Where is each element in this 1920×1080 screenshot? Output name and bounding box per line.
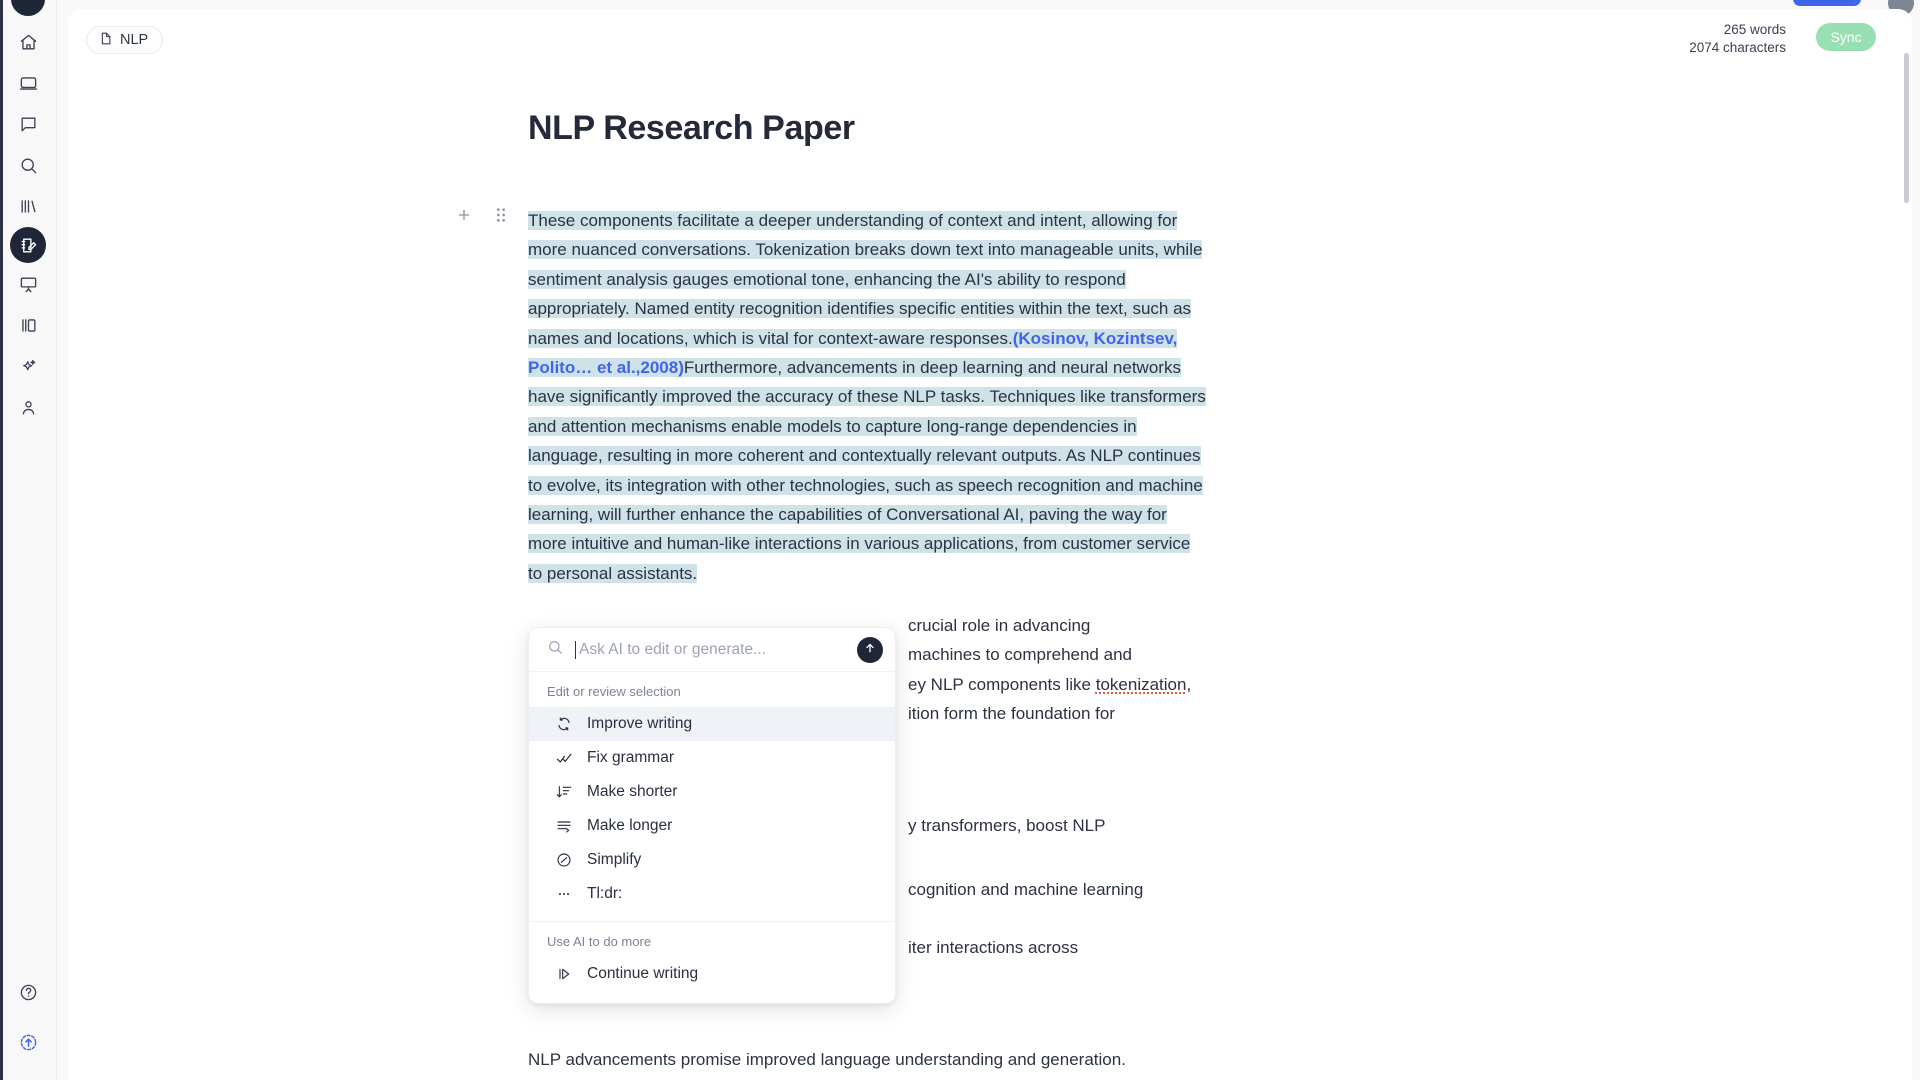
paragraph-two-line-3-c: ,: [1186, 674, 1192, 694]
sidebar-item-ai[interactable]: [8, 346, 48, 386]
sparkles-icon: [19, 357, 38, 376]
ai-menu-item-label: Continue writing: [587, 965, 699, 982]
ai-menu-section-label-more: Use AI to do more: [547, 934, 652, 949]
sidebar-item-desktop[interactable]: [8, 63, 48, 103]
presentation-icon: [19, 275, 38, 294]
refresh-pencil-icon: [555, 716, 573, 732]
upload-arrow-icon: [19, 1033, 38, 1052]
sidebar-item-editor[interactable]: [10, 227, 46, 263]
sidebar-bottom-nav: [0, 972, 57, 1062]
arrow-up-circle-icon: [863, 641, 877, 658]
search-icon: [19, 156, 38, 175]
double-check-icon: [555, 750, 573, 767]
note-edit-icon: [19, 236, 38, 255]
chat-bubble-icon: [19, 115, 38, 134]
monitor-icon: [19, 74, 38, 93]
paragraph-six[interactable]: NLP advancements promise improved langua…: [528, 1045, 1248, 1074]
ai-command-menu: Edit or review selection Improve writing…: [528, 627, 896, 1004]
ai-menu-item-label: Fix grammar: [587, 749, 674, 766]
sidebar-item-home[interactable]: [8, 22, 48, 62]
search-icon: [547, 639, 563, 660]
top-action-button[interactable]: [1793, 0, 1861, 6]
selection-text-part-2: Furthermore, advancements in deep learni…: [528, 358, 1206, 583]
sidebar-accent-stripe: [0, 0, 3, 1080]
sidebar-item-presentation[interactable]: [8, 264, 48, 304]
question-circle-icon: [19, 983, 38, 1002]
vertical-scrollbar[interactable]: [1904, 53, 1909, 203]
menu-bottom-padding: [529, 991, 895, 1003]
ai-menu-item-improve-writing[interactable]: Improve writing: [529, 707, 895, 741]
sidebar-item-split-view[interactable]: [8, 305, 48, 345]
ellipsis-icon: [555, 886, 573, 902]
app-root: NLP 265 words 2074 characters Sync NLP R…: [0, 0, 1920, 1080]
ai-menu-item-simplify[interactable]: Simplify: [529, 843, 895, 877]
ai-menu-item-label: Simplify: [587, 851, 642, 868]
misspelled-word: tokenization: [1095, 674, 1187, 694]
person-icon: [19, 398, 38, 417]
paragraph-two-line-3-a: ey NLP components like: [908, 674, 1096, 694]
play-bar-icon: [555, 966, 573, 982]
editor-sheet: NLP 265 words 2074 characters Sync NLP R…: [68, 9, 1912, 1080]
sidebar-item-upgrade[interactable]: [9, 1022, 49, 1062]
home-icon: [19, 33, 38, 52]
selection-text-part-1: These components facilitate a deeper und…: [528, 211, 1203, 348]
document-canvas: NLP Research Paper These components faci…: [68, 9, 1912, 1080]
page-title: NLP Research Paper: [528, 109, 855, 147]
sidebar-item-profile[interactable]: [8, 387, 48, 427]
ai-menu-item-continue-writing[interactable]: Continue writing: [529, 957, 895, 991]
sidebar-item-search[interactable]: [8, 145, 48, 185]
drag-handle-icon[interactable]: [494, 207, 508, 228]
ai-menu-item-tldr[interactable]: Tl:dr:: [529, 877, 895, 911]
split-panel-icon: [19, 316, 38, 335]
arrow-down-lines-icon: [555, 784, 573, 800]
ai-menu-item-label: Make longer: [587, 817, 673, 834]
ai-input-row: [529, 628, 895, 672]
add-block-icon[interactable]: [456, 207, 472, 228]
left-sidebar: [0, 0, 57, 1080]
sidebar-item-chat[interactable]: [8, 104, 48, 144]
sidebar-nav: [8, 22, 48, 427]
app-logo[interactable]: [11, 0, 45, 16]
ai-prompt-input[interactable]: [575, 640, 845, 659]
slash-circle-icon: [555, 852, 573, 868]
ai-menu-item-make-longer[interactable]: Make longer: [529, 809, 895, 843]
books-icon: [19, 197, 38, 216]
ai-menu-section-label-edit: Edit or review selection: [547, 684, 681, 699]
selected-paragraph[interactable]: These components facilitate a deeper und…: [528, 206, 1208, 588]
ai-menu-item-label: Make shorter: [587, 783, 678, 800]
ai-submit-button[interactable]: [857, 636, 883, 663]
ai-menu-item-label: Improve writing: [587, 715, 693, 732]
ai-menu-item-fix-grammar[interactable]: Fix grammar: [529, 741, 895, 775]
lines-arrow-icon: [555, 818, 573, 834]
ai-menu-item-label: Tl:dr:: [587, 885, 623, 902]
block-controls: [456, 207, 508, 228]
sidebar-item-help[interactable]: [9, 972, 49, 1012]
sidebar-item-library[interactable]: [8, 186, 48, 226]
ai-menu-item-make-shorter[interactable]: Make shorter: [529, 775, 895, 809]
